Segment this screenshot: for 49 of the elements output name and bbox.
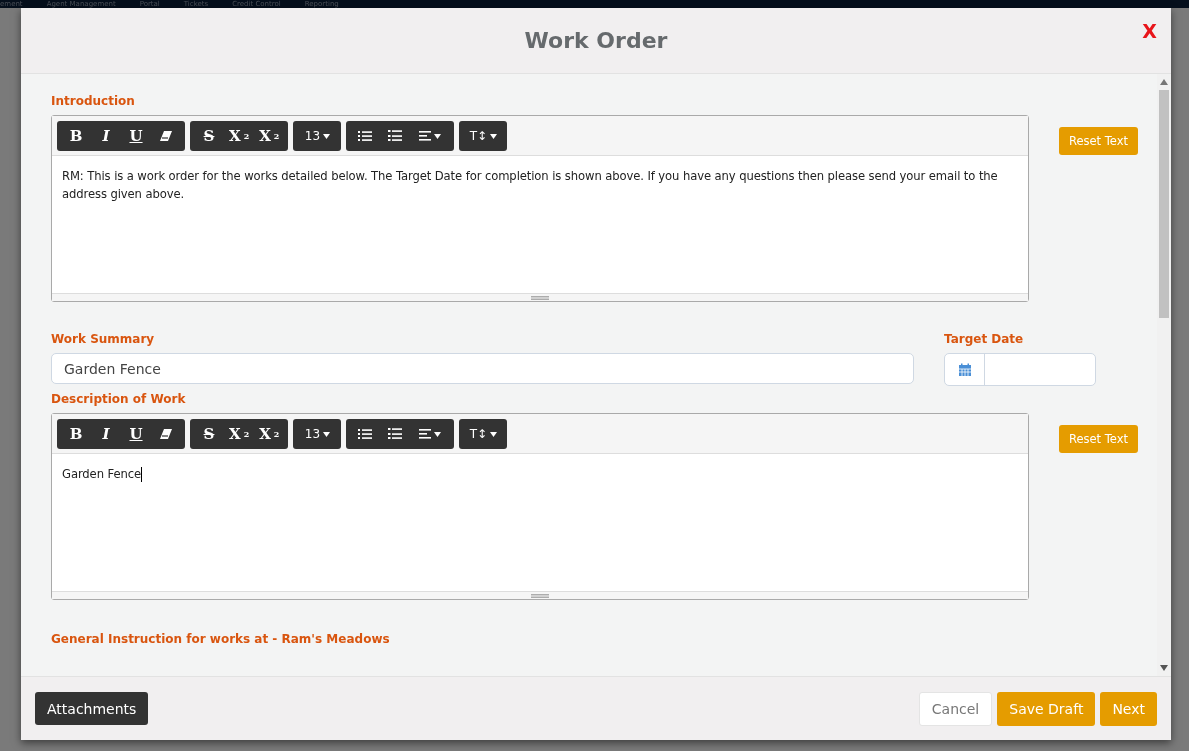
text-cursor	[141, 467, 142, 482]
dropdown-button[interactable]: T↕	[463, 121, 504, 151]
caret-icon	[434, 431, 442, 437]
editor-text[interactable]: Garden Fence	[52, 454, 1028, 591]
format-button[interactable]: X$^{2}$	[224, 419, 255, 449]
scrollbar[interactable]	[1157, 74, 1171, 676]
scroll-up-icon[interactable]	[1160, 79, 1168, 85]
align-left-icon	[419, 131, 432, 141]
caret-icon	[490, 431, 498, 437]
section-label: Introduction	[51, 94, 136, 108]
dropdown-button[interactable]: 13	[297, 121, 338, 151]
caret-icon	[323, 133, 331, 139]
editor-text[interactable]: RM: This is a work order for the works detailed below. The Target Date for completion is shown above. If you have any questions then please send your email to the address given above.	[52, 156, 1028, 293]
numbered-list-icon	[388, 130, 403, 142]
caret-icon	[434, 133, 442, 139]
numbered-list-icon	[388, 428, 403, 440]
calendar-icon	[957, 362, 972, 377]
scroll-down-icon[interactable]	[1160, 665, 1168, 671]
dropdown-button[interactable]: T↕	[463, 419, 504, 449]
format-button[interactable]: S	[194, 419, 224, 449]
eraser-icon	[160, 429, 172, 439]
section-heading: General Instruction for works at - Ram's Meadows	[51, 632, 391, 646]
attachments-button[interactable]: Attachments	[35, 692, 149, 725]
format-button[interactable]: I	[91, 419, 121, 449]
bullet-list-icon	[358, 428, 373, 440]
format-button[interactable]: B	[61, 121, 91, 151]
format-button[interactable]: U	[121, 121, 151, 151]
field-label: Work Summary	[51, 332, 156, 346]
field-label: Target Date	[944, 332, 1025, 346]
format-button[interactable]: S	[194, 121, 224, 151]
work-summary-field[interactable]: Garden Fence	[51, 353, 914, 384]
dropdown-button[interactable]: 13	[297, 419, 338, 449]
bullet-list-icon	[358, 130, 373, 142]
resize-handle-icon[interactable]	[531, 593, 549, 598]
format-button[interactable]: I	[91, 121, 121, 151]
scroll-thumb[interactable]	[1159, 90, 1169, 318]
format-button[interactable]: B	[61, 419, 91, 449]
cancel-button[interactable]: Cancel	[918, 691, 993, 726]
close-button[interactable]: X	[1142, 20, 1157, 42]
caret-icon	[323, 431, 331, 437]
section-label: Description of Work	[51, 392, 187, 406]
format-button[interactable]: U	[121, 419, 151, 449]
resize-handle-icon[interactable]	[531, 295, 549, 300]
target-date-field[interactable]	[944, 353, 1096, 386]
caret-icon	[490, 133, 498, 139]
eraser-icon	[160, 131, 172, 141]
dialog-title: Work Order	[524, 28, 668, 53]
format-button[interactable]: X$^{2}$	[224, 121, 255, 151]
align-left-icon	[419, 429, 432, 439]
